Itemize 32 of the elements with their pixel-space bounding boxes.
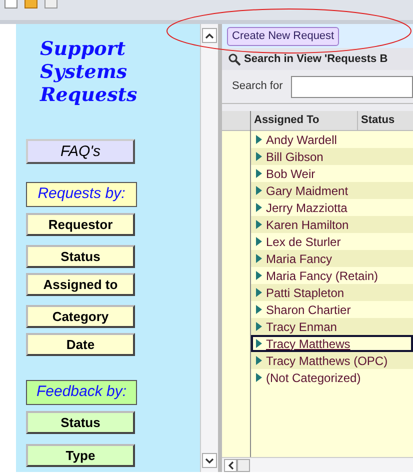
search-icon	[228, 52, 241, 66]
filter-button[interactable]: Date	[26, 333, 135, 356]
search-panel-title: Search in View 'Requests B	[244, 52, 388, 67]
category-row[interactable]: Karen Hamilton	[251, 216, 413, 233]
category-row[interactable]: Tracy Enman	[251, 318, 413, 335]
category-row[interactable]: Tracy Matthews	[251, 335, 413, 352]
scroll-thumb[interactable]	[237, 458, 250, 472]
category-row[interactable]: Maria Fancy	[251, 250, 413, 267]
search-field[interactable]	[290, 76, 413, 98]
filter-button[interactable]: Category	[26, 305, 135, 328]
vertical-scrollbar[interactable]	[200, 24, 218, 472]
filter-button[interactable]: Status	[26, 411, 135, 434]
category-row[interactable]: Gary Maidment	[251, 182, 413, 199]
horizontal-scrollbar[interactable]	[222, 457, 413, 472]
toolbar-icon[interactable]	[44, 0, 58, 10]
section-label: Feedback by:	[26, 380, 137, 405]
category-row[interactable]: Patti Stapleton	[251, 284, 413, 301]
filter-button[interactable]: Type	[26, 444, 135, 467]
faq-button[interactable]: FAQ's	[26, 139, 135, 164]
filter-button[interactable]: Assigned to	[26, 273, 135, 296]
sidebar-title: Support Systems Requests	[40, 38, 138, 107]
folder-icon[interactable]	[24, 0, 38, 10]
section-label: Requests by:	[26, 182, 137, 207]
column-header[interactable]: Status	[358, 111, 413, 130]
create-request-button[interactable]: Create New Request	[227, 26, 340, 46]
column-header[interactable]: Assigned To	[251, 111, 358, 130]
search-label: Search for	[232, 79, 283, 94]
category-row[interactable]: Bill Gibson	[251, 148, 413, 165]
filter-button[interactable]: Requestor	[26, 213, 135, 236]
filter-button[interactable]: Status	[26, 245, 135, 268]
toolbar-icon[interactable]	[4, 0, 18, 10]
category-row[interactable]: Tracy Matthews (OPC)	[251, 352, 413, 369]
